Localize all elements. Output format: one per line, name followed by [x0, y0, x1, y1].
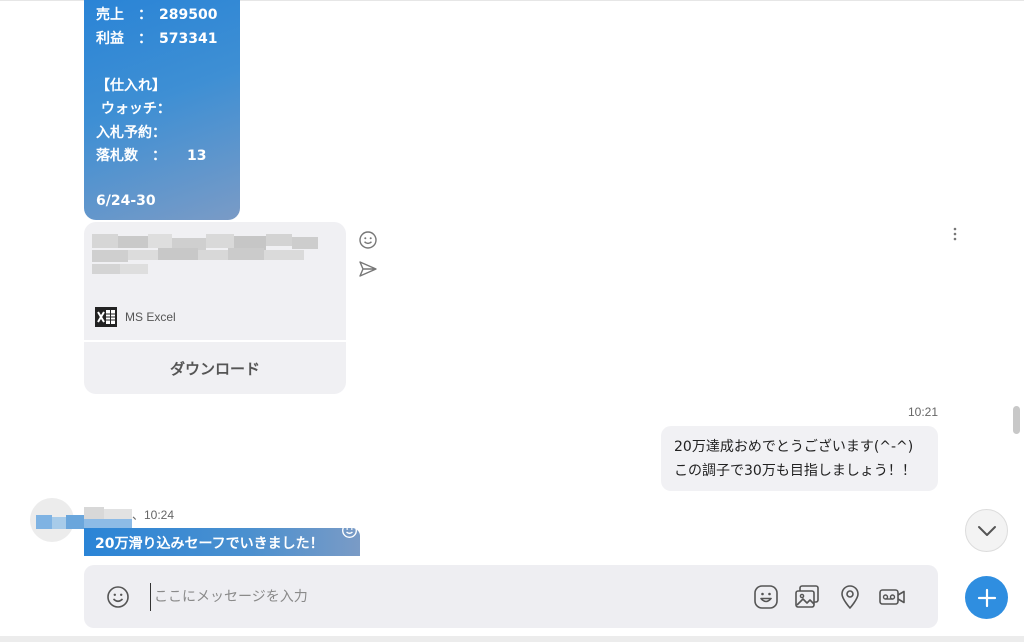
message-input[interactable] [150, 583, 730, 611]
report-date: 6/24-30 [96, 193, 156, 209]
file-name-blurred [92, 234, 324, 278]
file-type-label: MS Excel [125, 310, 176, 324]
plus-icon [977, 588, 996, 607]
report-line-watch: ウォッチ： [96, 101, 171, 117]
download-button[interactable]: ダウンロード [84, 342, 346, 394]
scrollbar-thumb[interactable] [1013, 406, 1020, 434]
forward-icon[interactable] [358, 259, 378, 279]
scroll-to-bottom-button[interactable] [965, 509, 1008, 552]
report-message-bubble: 売上 ： 289500 利益 ： 573341 【仕入れ】 ウォッチ： 入札予約… [84, 0, 240, 220]
outgoing-line-2: この調子で30万も目指しましょう！！ [674, 463, 916, 479]
emoji-icon[interactable] [106, 585, 130, 609]
file-attachment-card[interactable]: MS Excel ダウンロード [84, 222, 346, 394]
reaction-smiley-icon[interactable] [341, 522, 358, 539]
report-line-purchase-heading: 【仕入れ】 [96, 77, 166, 94]
report-line-won-count: 落札数 ： 13 [96, 148, 207, 164]
video-message-icon[interactable] [878, 583, 906, 611]
outgoing-line-1: 20万達成おめでとうございます(^-^) [674, 439, 914, 455]
outgoing-timestamp: 10:21 [907, 405, 938, 419]
sticker-icon[interactable] [752, 583, 780, 611]
message-composer [84, 565, 938, 628]
location-icon[interactable] [836, 583, 864, 611]
report-line-sales: 売上 ： 289500 [96, 7, 218, 23]
more-options-icon[interactable] [950, 226, 960, 242]
excel-icon [95, 307, 117, 327]
sender-name-blurred [36, 507, 134, 529]
bottom-edge [0, 636, 1024, 642]
incoming-message-bubble: 20万滑り込みセーフでいきました！ [84, 528, 360, 556]
outgoing-message-bubble: 20万達成おめでとうございます(^-^) この調子で30万も目指しましょう！！ [661, 426, 938, 491]
file-type-row: MS Excel [95, 306, 176, 328]
image-icon[interactable] [793, 583, 821, 611]
incoming-timestamp: 、10:24 [132, 508, 175, 522]
add-button[interactable] [965, 576, 1008, 619]
report-line-profit: 利益 ： 573341 [96, 30, 218, 47]
report-line-bid-reservation: 入札予約： [96, 124, 166, 141]
report-line-blank [96, 51, 240, 75]
chevron-down-icon [977, 525, 996, 536]
reaction-smiley-icon[interactable] [358, 230, 378, 250]
